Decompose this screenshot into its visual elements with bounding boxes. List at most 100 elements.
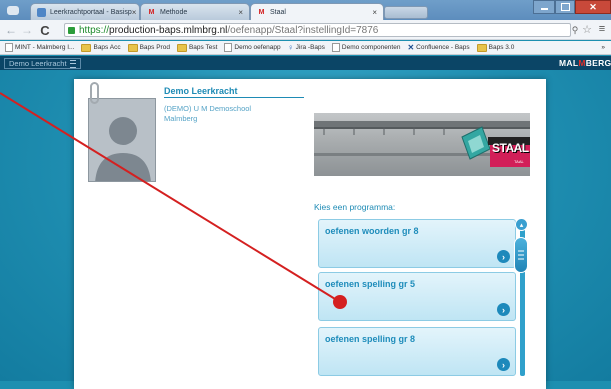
close-window-icon: ✕ [589, 1, 597, 12]
maximize-button[interactable] [555, 0, 575, 14]
bookmark-mint[interactable]: MINT - Malmberg I... [5, 43, 74, 52]
close-icon[interactable]: × [372, 8, 377, 17]
chevron-right-icon[interactable]: › [497, 358, 510, 371]
tab-label: Methode [160, 8, 188, 16]
bookmark-baps-3[interactable]: Baps 3.0 [476, 43, 515, 52]
chevron-right-icon[interactable]: › [497, 250, 510, 263]
page-icon [37, 7, 46, 17]
bookmark-label: Confluence - Baps [416, 44, 470, 51]
tab-leerkrachtportaal[interactable]: Leerkrachtportaal - Basisp × [30, 3, 140, 20]
bookmark-star-button[interactable]: ☆ [581, 22, 593, 36]
address-bar[interactable]: https:// production-baps.mlmbrg.nl /oefe… [64, 23, 571, 37]
user-menu-button[interactable]: Demo Leerkracht [4, 58, 81, 69]
tab-staal[interactable]: M Staal × [250, 3, 384, 20]
malmberg-m-icon: M [148, 8, 155, 16]
program-item[interactable]: oefenen spelling gr 8 › [318, 327, 516, 376]
arrow-left-icon: ← [5, 23, 17, 37]
url-host: production-baps.mlmbrg.nl [109, 24, 228, 36]
school-line: (DEMO) U M Demoschool [164, 104, 252, 113]
logo-part: MAL [559, 58, 579, 68]
program-label: oefenen woorden gr 8 [325, 226, 419, 236]
teacher-name: Demo Leerkracht [164, 86, 238, 96]
url-path: /oefenapp/Staal?instellingId=7876 [227, 24, 379, 36]
tab-label: Leerkrachtportaal - Basisp [50, 8, 132, 16]
banner-subtitle: TAAL [514, 159, 524, 164]
minimize-icon [540, 8, 548, 10]
logo-part: M [578, 58, 586, 68]
chrome-settings-button[interactable]: ≡ [596, 22, 608, 36]
jira-icon: ♀ [287, 43, 294, 52]
program-heading: Kies een programma: [314, 202, 396, 212]
zoom-button[interactable]: ⚲ [569, 23, 581, 37]
bookmark-confluence-baps[interactable]: ✕ Confluence - Baps [407, 43, 469, 52]
close-icon[interactable]: × [238, 8, 243, 17]
malmberg-m-icon: M [258, 8, 265, 16]
bookmark-jira-baps[interactable]: ♀ Jira -Baps [288, 43, 325, 52]
maximize-icon [560, 3, 570, 11]
app-header [0, 56, 611, 70]
close-window-button[interactable]: ✕ [575, 0, 611, 14]
person-silhouette-icon [89, 99, 155, 181]
bookmark-baps-acc[interactable]: Baps Acc [81, 43, 121, 52]
bookmarks-overflow-button[interactable]: » [601, 44, 605, 51]
bookmark-demo-componenten[interactable]: Demo componenten [331, 43, 401, 52]
school-name: (DEMO) U M Demoschool Malmberg [164, 104, 304, 124]
bookmark-label: Demo componenten [341, 44, 401, 51]
bookmark-baps-test[interactable]: Baps Test [176, 43, 218, 52]
tab-label: Staal [270, 8, 286, 16]
tab-methode[interactable]: M Methode × [140, 3, 250, 20]
page-icon [224, 43, 233, 52]
bookmark-baps-prod[interactable]: Baps Prod [127, 43, 170, 52]
reload-button[interactable]: C [38, 20, 52, 40]
lock-icon [68, 26, 75, 34]
program-item[interactable]: oefenen spelling gr 5 › [318, 272, 516, 321]
bookmark-label: Baps 3.0 [488, 44, 515, 51]
reload-icon: C [40, 22, 50, 38]
paperclip-icon [90, 82, 99, 104]
minimize-button[interactable] [533, 0, 555, 14]
forward-button[interactable]: → [20, 20, 34, 40]
program-item[interactable]: oefenen woorden gr 8 › [318, 219, 516, 268]
bookmark-demo-oefenapp[interactable]: Demo oefenapp [224, 43, 281, 52]
folder-icon [127, 43, 138, 52]
staal-banner: STAAL TAAL [314, 113, 530, 176]
program-label: oefenen spelling gr 8 [325, 334, 416, 344]
avatar [88, 98, 156, 182]
close-icon[interactable]: × [132, 8, 137, 17]
divider [164, 97, 304, 98]
banner-title: STAAL [492, 141, 529, 155]
logo-part: BERG [585, 58, 611, 68]
hamburger-icon: ≡ [598, 23, 606, 35]
chevron-right-icon[interactable]: › [497, 303, 510, 316]
arrow-right-icon: → [21, 23, 33, 37]
scrollbar-thumb[interactable] [514, 237, 528, 273]
menu-icon [7, 5, 19, 15]
folder-icon [476, 43, 487, 52]
user-name-label: Demo Leerkracht [9, 59, 67, 68]
chrome-menu-button[interactable] [4, 3, 22, 17]
bookmark-label: MINT - Malmberg I... [15, 44, 75, 51]
bookmark-label: Baps Acc [93, 44, 121, 51]
bookmark-label: Baps Test [188, 44, 218, 51]
scroll-up-button[interactable]: ▴ [515, 218, 528, 231]
folder-icon [81, 43, 92, 52]
bookmark-label: Jira -Baps [295, 44, 325, 51]
page-icon [331, 43, 340, 52]
program-label: oefenen spelling gr 5 [325, 279, 416, 289]
url-scheme: https:// [79, 24, 110, 36]
folder-icon [176, 43, 187, 52]
chevron-up-icon: ▴ [519, 221, 524, 229]
malmberg-logo: MALMBERG [559, 58, 611, 68]
school-line: Malmberg [164, 114, 198, 123]
new-tab-button[interactable] [384, 6, 428, 19]
menu-icon [69, 59, 76, 68]
back-button[interactable]: ← [4, 20, 18, 40]
bookmark-label: Demo oefenapp [234, 44, 281, 51]
confluence-icon: ✕ [407, 43, 415, 52]
bookmarks-bar: MINT - Malmberg I... Baps Acc Baps Prod … [0, 41, 611, 55]
page-icon [5, 43, 13, 52]
star-icon: ☆ [582, 23, 592, 36]
bookmark-label: Baps Prod [139, 44, 170, 51]
search-icon: ⚲ [571, 24, 579, 35]
grip-icon [518, 250, 524, 260]
